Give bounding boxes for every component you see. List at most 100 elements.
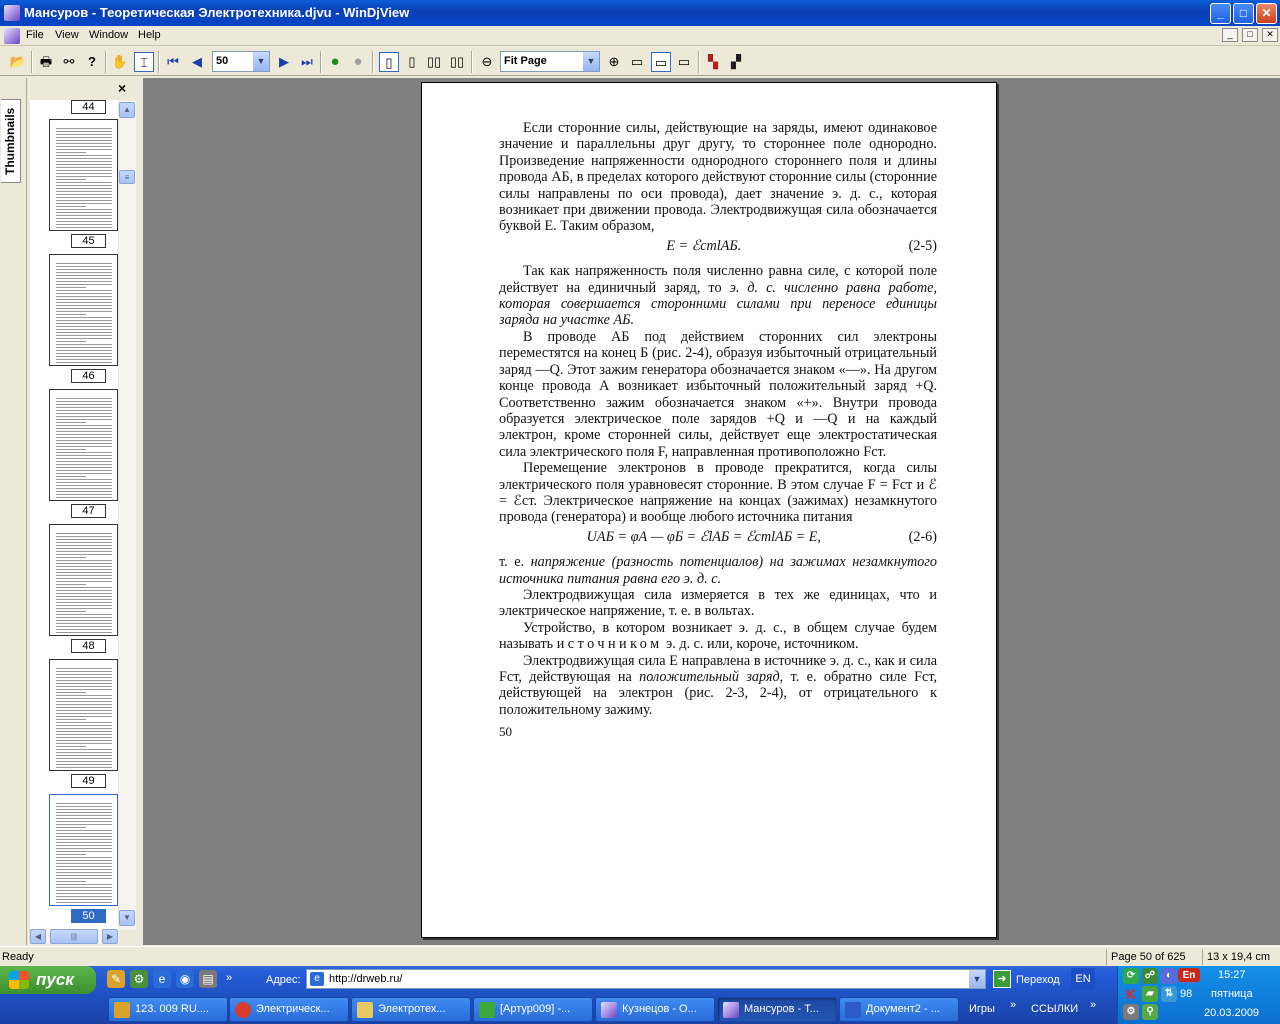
fit-width-icon[interactable]: ▭ [627,52,647,72]
help-icon[interactable]: ? [82,52,102,72]
maximize-button[interactable]: □ [1233,3,1254,24]
thumbnails-horizontal-scrollbar[interactable]: ◀ ||| ▶ [30,929,119,944]
thumbnail-page-45[interactable] [49,119,118,231]
thumbnail-page-50[interactable] [49,794,118,906]
last-page-icon[interactable]: ⏭ [297,52,317,72]
page-label-47[interactable]: 47 [71,504,106,518]
scroll-down-icon[interactable]: ▼ [119,910,135,926]
print-icon[interactable]: 🖶 [36,52,56,72]
task-button-active[interactable]: Мансуров - Т... [717,997,837,1022]
continuous-facing-icon[interactable]: ▯▯ [447,52,467,72]
continuous-icon[interactable]: ▯ [402,52,422,72]
zoom-out-icon[interactable]: ⊖ [477,52,497,72]
page-label-48[interactable]: 48 [71,639,106,653]
language-indicator[interactable]: EN [1071,968,1095,990]
actual-size-icon[interactable]: ▭ [674,52,694,72]
task-button[interactable]: Кузнецов - О... [595,997,715,1022]
scroll-left-icon[interactable]: ◀ [30,929,46,944]
quicklaunch-expand-icon[interactable]: » [226,972,232,984]
tray-counter[interactable]: 98 [1180,988,1192,1000]
mdi-close-button[interactable]: ✕ [1262,28,1278,42]
thumbnail-page-46[interactable] [49,254,118,366]
links-toolbar[interactable]: ССЫЛКИ [1031,1003,1078,1015]
thumbnail-text-line [56,263,112,264]
close-icon[interactable]: × [118,80,126,96]
thumbnails-vertical-scrollbar[interactable]: ▲ ≡ ▼ [119,100,136,930]
menu-view[interactable]: View [55,29,79,41]
mdi-minimize-button[interactable]: _ [1222,28,1238,42]
zoom-combo[interactable]: Fit Page ▼ [500,51,600,72]
tray-settings-icon[interactable]: ⚙ [1123,1004,1139,1020]
task-button[interactable]: 123. 009 RU.... [108,997,228,1022]
chevron-down-icon[interactable]: ▼ [253,52,269,71]
toolbar-expand-icon[interactable]: » [1090,999,1096,1011]
address-input[interactable]: e http://drweb.ru/ ▼ [306,969,986,989]
chevron-down-icon[interactable]: ▼ [969,970,985,988]
find-binoculars-icon[interactable]: ⚯ [59,52,79,72]
task-button[interactable]: [Артур009] -... [473,997,593,1022]
menu-help[interactable]: Help [138,29,161,41]
display-mask-icon[interactable]: ▞ [726,52,746,72]
open-folder-icon[interactable]: 📂 [8,52,28,72]
next-page-icon[interactable]: ▶ [274,52,294,72]
document-icon[interactable] [4,28,20,44]
mdi-restore-button[interactable]: □ [1242,28,1258,42]
go-button[interactable]: Переход [1016,974,1060,986]
single-page-icon[interactable]: ▯ [379,52,399,72]
thumbnail-page-49[interactable] [49,659,118,771]
tray-connection-icon[interactable]: ⇅ [1161,986,1177,1002]
tray-usb-icon[interactable]: ⚲ [1142,1004,1158,1020]
tray-network-icon[interactable]: ☍ [1142,968,1158,984]
clock-date[interactable]: 20.03.2009 [1204,1007,1259,1019]
quicklaunch-desktop-icon[interactable]: ◉ [176,970,194,988]
quicklaunch-ie-icon[interactable]: e [153,970,171,988]
menu-window[interactable]: Window [89,29,128,41]
display-color-icon[interactable]: ▚ [703,52,723,72]
quicklaunch-pencil-icon[interactable]: ✎ [107,970,125,988]
thumbnail-list[interactable]: 44 45 46 47 48 49 50 [30,100,118,930]
tray-kaspersky-icon[interactable]: K [1123,986,1139,1002]
menu-file[interactable]: File [26,29,44,41]
paragraph: т. е. напряжение (разность потенциалов) … [499,554,937,587]
thumbnail-page-47[interactable] [49,389,118,501]
tray-language-icon[interactable]: En [1178,968,1200,982]
facing-pages-icon[interactable]: ▯▯ [424,52,444,72]
tray-refresh-icon[interactable]: ⟳ [1123,968,1139,984]
first-page-icon[interactable]: ⏮ [163,52,183,72]
minimize-button[interactable]: _ [1210,3,1231,24]
task-button[interactable]: Электрическ... [229,997,349,1022]
title-bar[interactable]: Мансуров - Теоретическая Электротехника.… [0,0,1280,26]
games-toolbar[interactable]: Игры [969,1003,995,1015]
close-button[interactable]: ✕ [1256,3,1277,24]
clock-day[interactable]: пятница [1211,988,1253,1000]
page-label-46[interactable]: 46 [71,369,106,383]
clock-time[interactable]: 15:27 [1218,969,1246,981]
previous-page-icon[interactable]: ◀ [187,52,207,72]
scroll-right-icon[interactable]: ▶ [102,929,118,944]
back-icon[interactable]: ● [325,52,345,72]
tab-thumbnails[interactable]: Thumbnails [1,99,21,183]
zoom-in-icon[interactable]: ⊕ [604,52,624,72]
task-button[interactable]: Электротех... [351,997,471,1022]
horizontal-scroll-thumb[interactable]: ||| [50,929,98,944]
go-arrow-icon[interactable]: ➜ [993,970,1011,988]
scroll-thumb[interactable]: ≡ [119,170,135,184]
quicklaunch-printer-icon[interactable]: ▤ [199,970,217,988]
chevron-down-icon[interactable]: ▼ [583,52,599,71]
page-label-49[interactable]: 49 [71,774,106,788]
page-label-45[interactable]: 45 [71,234,106,248]
task-button[interactable]: Документ2 - ... [839,997,959,1022]
forward-icon[interactable]: ● [348,52,368,72]
thumbnail-page-48[interactable] [49,524,118,636]
tray-nvidia-icon[interactable]: ▰ [1142,986,1158,1002]
toolbar-expand-icon[interactable]: » [1010,999,1016,1011]
page-label-50[interactable]: 50 [71,909,106,923]
select-tool-icon[interactable]: ⌶ [134,52,154,72]
page-label-44[interactable]: 44 [71,100,106,114]
scroll-up-icon[interactable]: ▲ [119,102,135,118]
hand-tool-icon[interactable]: ✋ [110,52,130,72]
fit-page-icon[interactable]: ▭ [651,52,671,72]
tray-globe-icon[interactable]: ◐ [1161,968,1177,984]
quicklaunch-network-icon[interactable]: ⚙ [130,970,148,988]
page-number-combo[interactable]: 50 ▼ [212,51,270,72]
